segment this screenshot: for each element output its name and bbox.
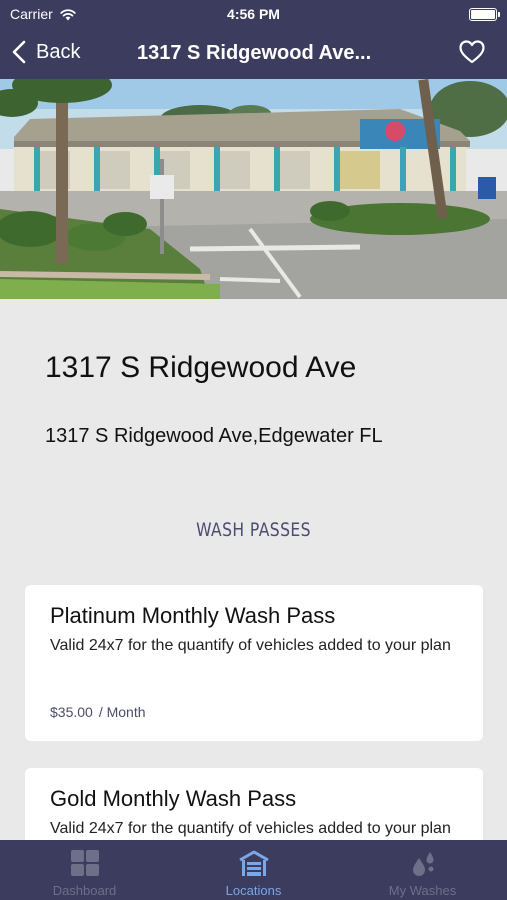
- tab-my-washes-label: My Washes: [388, 883, 457, 898]
- water-drops-icon: [412, 852, 433, 876]
- location-address: 1317 S Ridgewood Ave,Edgewater FL: [45, 425, 383, 447]
- page-title: 1317 S Ridgewood Ave...: [137, 42, 372, 64]
- wash-pass-name: Platinum Monthly Wash Pass: [50, 603, 336, 628]
- wash-pass-description: Valid 24x7 for the quantify of vehicles …: [50, 637, 451, 654]
- wash-pass-name: Gold Monthly Wash Pass: [50, 786, 297, 811]
- tab-dashboard[interactable]: Dashboard: [0, 840, 169, 900]
- tab-dashboard-label: Dashboard: [52, 883, 117, 898]
- chevron-left-icon: [12, 40, 26, 64]
- heart-icon: [459, 40, 485, 64]
- location-detail: 1317 S Ridgewood Ave 1317 S Ridgewood Av…: [0, 299, 507, 840]
- wash-pass-card[interactable]: Gold Monthly Wash Pass Valid 24x7 for th…: [25, 768, 483, 840]
- clock: 4:56 PM: [227, 6, 280, 22]
- navigation-bar: Back 1317 S Ridgewood Ave...: [0, 30, 507, 79]
- wash-pass-card[interactable]: Platinum Monthly Wash Pass Valid 24x7 fo…: [25, 585, 483, 741]
- tab-locations[interactable]: Locations: [169, 840, 338, 900]
- tab-bar: Dashboard Locations My Washes: [0, 840, 507, 900]
- car-wash-building-icon: [238, 850, 269, 876]
- wash-pass-price-row: $35.00 / Month: [50, 704, 146, 720]
- wash-pass-period: / Month: [98, 704, 146, 720]
- status-bar: Carrier 4:56 PM: [0, 0, 507, 30]
- dashboard-grid-icon: [70, 850, 99, 876]
- battery-icon: [469, 8, 500, 21]
- tab-my-washes[interactable]: My Washes: [338, 840, 507, 900]
- back-button[interactable]: Back: [12, 40, 80, 64]
- location-name: 1317 S Ridgewood Ave: [45, 351, 357, 384]
- wash-pass-description: Valid 24x7 for the quantify of vehicles …: [50, 820, 451, 837]
- tab-locations-label: Locations: [225, 883, 282, 898]
- location-photo: [0, 79, 507, 299]
- favorite-button[interactable]: [459, 40, 485, 69]
- section-heading-wash-passes: WASH PASSES: [196, 519, 311, 541]
- back-label: Back: [36, 40, 81, 63]
- wash-pass-price: $35.00: [50, 704, 93, 720]
